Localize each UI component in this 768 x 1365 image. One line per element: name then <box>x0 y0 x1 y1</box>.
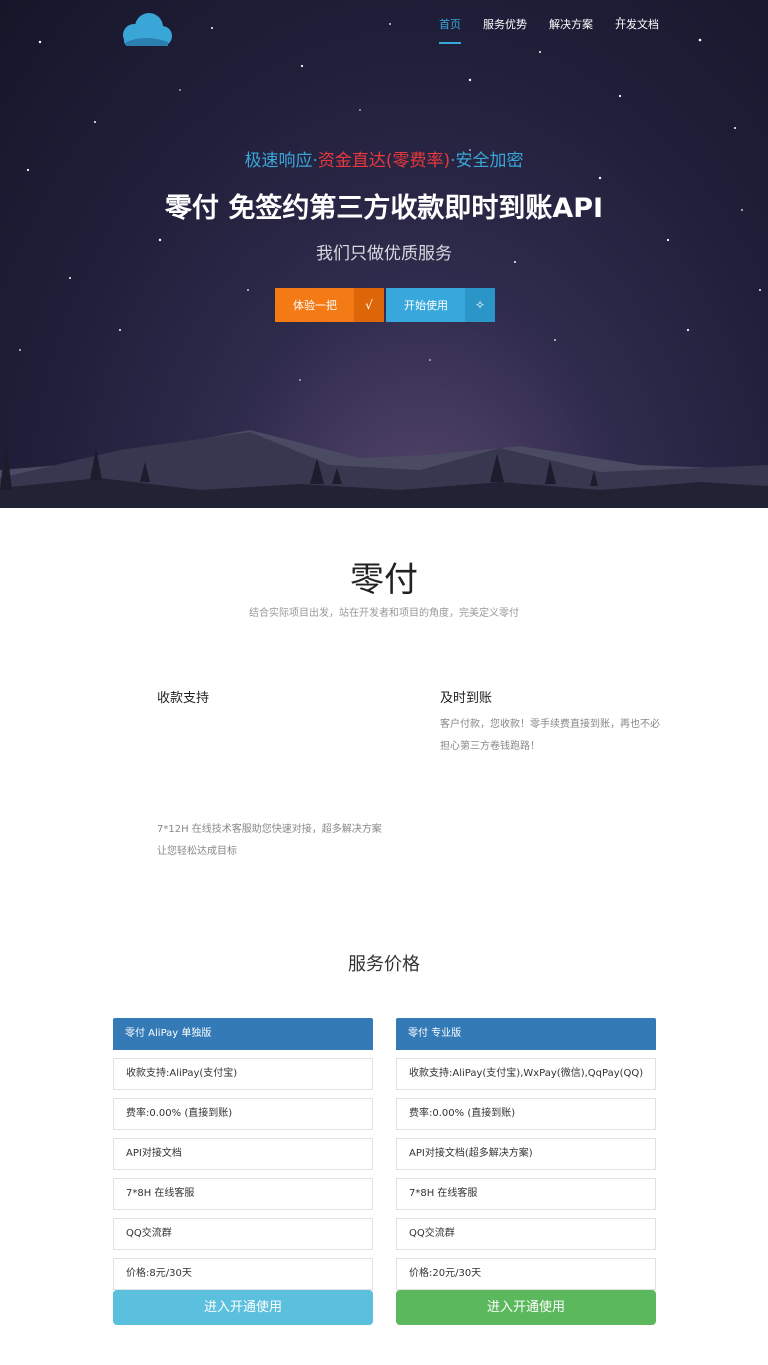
hero-banner: 首页 服务优势 解决方案 开发文档 极速响应·资金直达(零费率)·安全加密 零付… <box>0 0 768 508</box>
feature-instant-title: 及时到账 <box>440 691 493 706</box>
nav-item-docs[interactable]: 开发文档 <box>604 0 670 46</box>
start-button-label: 开始使用 <box>404 299 448 312</box>
check-icon: √ <box>354 288 384 322</box>
hero-tagline: 极速响应·资金直达(零费率)·安全加密 <box>0 146 768 171</box>
nav-item-advantages[interactable]: 服务优势 <box>472 0 538 46</box>
plan-row: 费率:0.00% (直接到账) <box>113 1098 373 1130</box>
start-button[interactable]: 开始使用 ✧ <box>386 288 495 322</box>
plan-row: API对接文档(超多解决方案) <box>396 1138 656 1170</box>
plan-row: 费率:0.00% (直接到账) <box>396 1098 656 1130</box>
sparkle-icon: ✧ <box>465 288 495 322</box>
hero-title: 零付 免签约第三方收款即时到账API <box>164 193 604 224</box>
feature-support-text: 7*12H 在线技术客服助您快速对接，超多解决方案让您轻松达成目标 <box>157 824 382 857</box>
intro-title: 零付 <box>350 560 418 600</box>
tagline-secure: 安全加密 <box>455 151 524 171</box>
mountain-silhouette <box>0 430 768 508</box>
plan-row: 7*8H 在线客服 <box>113 1178 373 1210</box>
plan-row: 价格:20元/30天 <box>396 1258 656 1290</box>
try-button[interactable]: 体验一把 √ <box>275 288 384 322</box>
nav-item-home[interactable]: 首页 <box>428 0 472 46</box>
plan-row: 收款支持:AliPay(支付宝) <box>113 1058 373 1090</box>
plan-row: API对接文档 <box>113 1138 373 1170</box>
top-nav: 首页 服务优势 解决方案 开发文档 <box>428 0 670 46</box>
tagline-direct: 资金直达(零费率) <box>317 151 451 171</box>
subscribe-button-pro[interactable]: 进入开通使用 <box>396 1290 656 1325</box>
try-button-label: 体验一把 <box>293 299 337 312</box>
plan-row: 收款支持:AliPay(支付宝),WxPay(微信),QqPay(QQ) <box>396 1058 656 1090</box>
feature-instant-text: 客户付款，您收款！零手续费直接到账，再也不必担心第三方卷钱跑路！ <box>440 719 660 752</box>
plan-row: 7*8H 在线客服 <box>396 1178 656 1210</box>
pricing-title: 服务价格 <box>348 954 420 975</box>
plan-row: QQ交流群 <box>396 1218 656 1250</box>
hero-subtitle: 我们只做优质服务 <box>316 244 452 264</box>
plan-card-alipay: 零付 AliPay 单独版 收款支持:AliPay(支付宝) 费率:0.00% … <box>113 1018 373 1325</box>
feature-payment-support-title: 收款支持 <box>157 691 210 706</box>
nav-item-solutions[interactable]: 解决方案 <box>538 0 604 46</box>
cloud-logo[interactable] <box>116 12 174 48</box>
plan-row: 价格:8元/30天 <box>113 1258 373 1290</box>
plan-row: QQ交流群 <box>113 1218 373 1250</box>
subscribe-button-alipay[interactable]: 进入开通使用 <box>113 1290 373 1325</box>
plan-header: 零付 专业版 <box>396 1018 656 1050</box>
plan-card-pro: 零付 专业版 收款支持:AliPay(支付宝),WxPay(微信),QqPay(… <box>396 1018 656 1325</box>
tagline-fast: 极速响应 <box>244 151 313 171</box>
intro-subtitle: 结合实际项目出发，站在开发者和项目的角度，完美定义零付 <box>249 608 519 619</box>
plan-header: 零付 AliPay 单独版 <box>113 1018 373 1050</box>
